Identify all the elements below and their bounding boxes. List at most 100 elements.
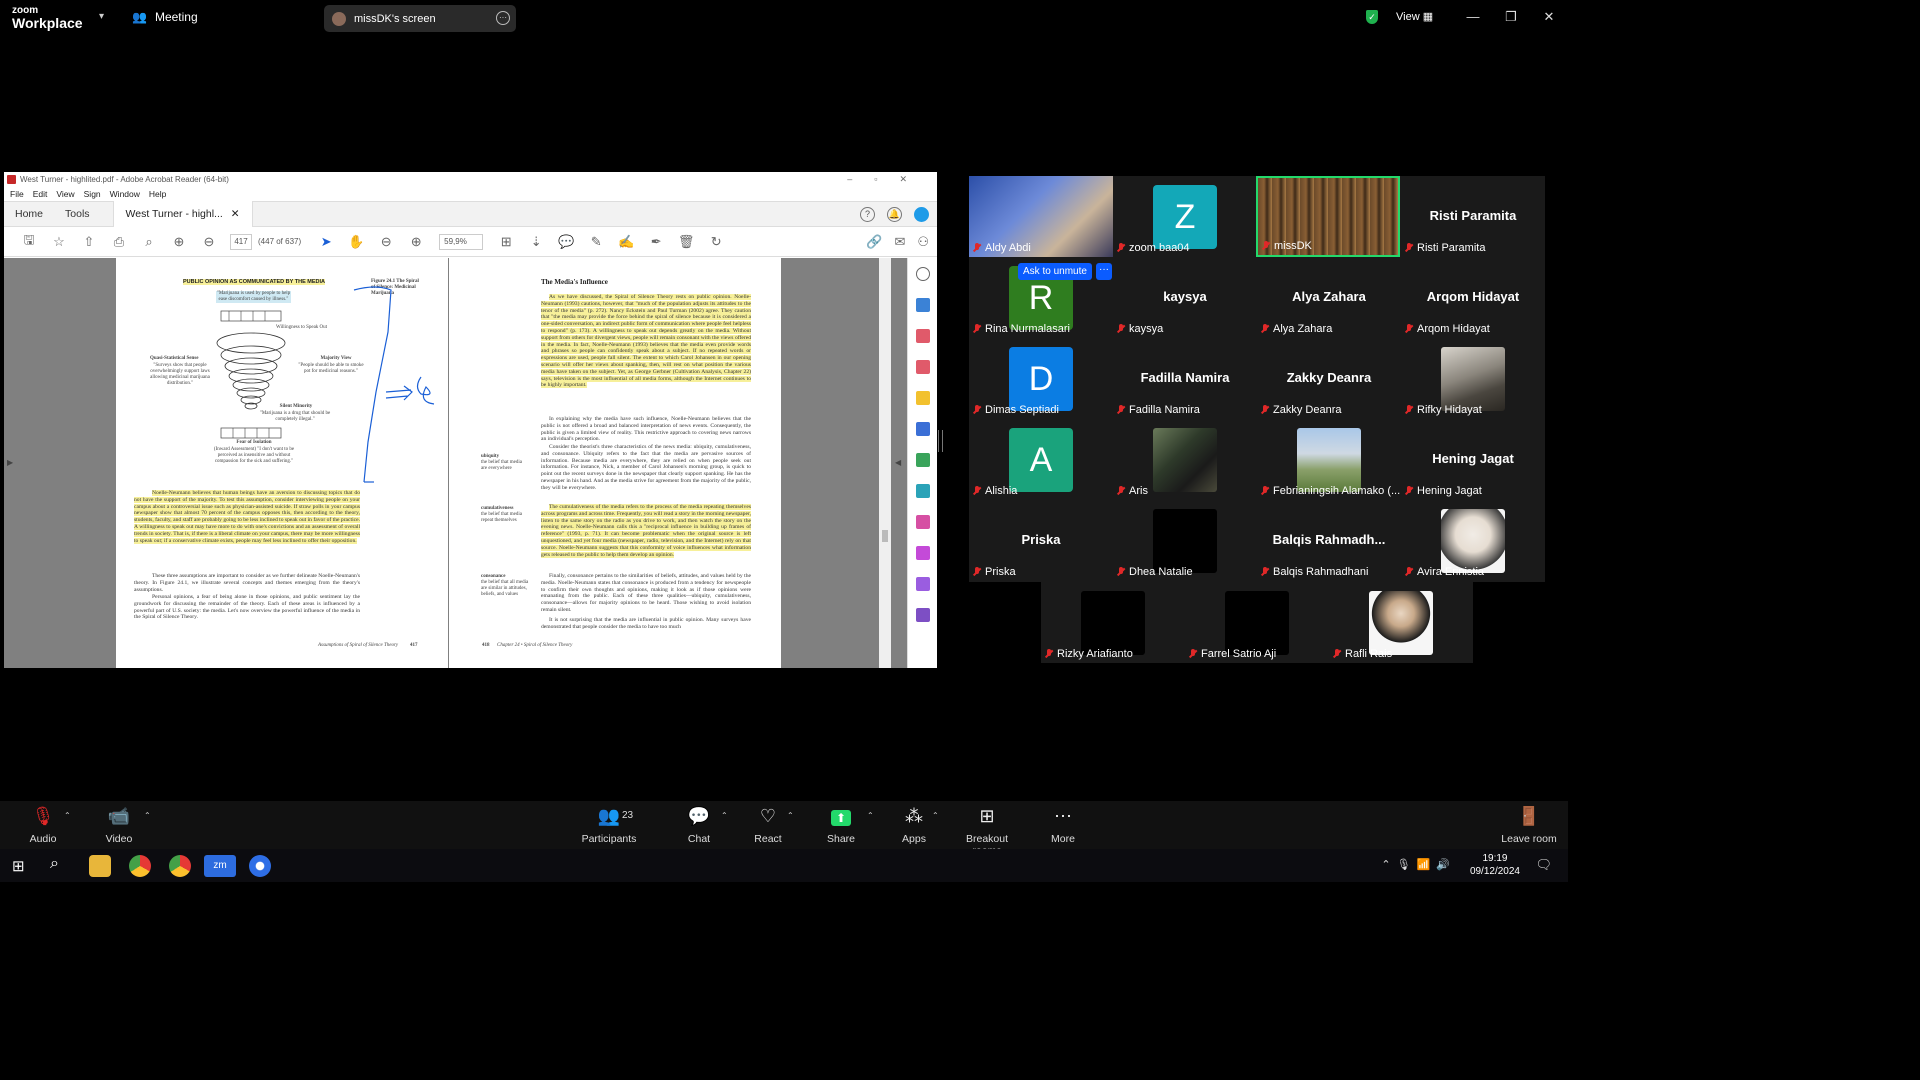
comment-icon[interactable]: 💬 xyxy=(551,234,581,250)
participant-tile[interactable]: Rifky Hidayat xyxy=(1401,338,1545,419)
tile-more-options-button[interactable]: ··· xyxy=(1096,263,1112,280)
scan-icon[interactable] xyxy=(915,484,930,498)
save-icon[interactable]: 🖫 xyxy=(14,231,44,253)
zoom-logo[interactable]: zoom Workplace xyxy=(12,5,83,30)
file-explorer-icon[interactable] xyxy=(89,855,111,877)
zoom-out-icon[interactable]: ⊖ xyxy=(371,234,401,250)
participant-tile[interactable]: Risti Paramita Risti Paramita xyxy=(1401,176,1545,257)
meeting-info-button[interactable]: 👥 Meeting xyxy=(132,10,198,24)
close-tab-icon[interactable]: ✕ xyxy=(231,201,240,227)
scrollbar-thumb[interactable] xyxy=(882,530,888,542)
page-up-icon[interactable]: ⊕ xyxy=(164,234,194,250)
search-icon[interactable]: ⌕ xyxy=(50,855,59,873)
video-button[interactable]: 📹 Video xyxy=(100,801,138,849)
apps-button[interactable]: ⁂ Apps xyxy=(895,801,933,849)
menu-sign[interactable]: Sign xyxy=(84,187,101,201)
tab-home[interactable]: Home xyxy=(4,208,54,220)
highlight-icon[interactable]: ✎ xyxy=(581,234,611,250)
ask-to-unmute-button[interactable]: Ask to unmute xyxy=(1018,263,1092,280)
menu-help[interactable]: Help xyxy=(149,187,166,201)
apps-options-chevron-icon[interactable]: ⌃ xyxy=(932,811,939,820)
zoom-level-select[interactable]: 59,9% xyxy=(439,233,484,250)
taskbar-clock[interactable]: 19:19 09/12/2024 xyxy=(1470,852,1520,878)
more-button[interactable]: ⋯ More xyxy=(1044,801,1082,849)
participant-tile[interactable]: Febrianingsih Alamako (... xyxy=(1257,419,1401,500)
notifications-icon[interactable]: 🗨 xyxy=(1535,857,1552,873)
search-icon[interactable]: ⌕ xyxy=(134,234,164,250)
menu-view[interactable]: View xyxy=(56,187,74,201)
draw-icon[interactable]: ✍ xyxy=(611,234,641,250)
zoom-in-icon[interactable]: ⊕ xyxy=(401,234,431,250)
chat-button[interactable]: 💬 Chat xyxy=(680,801,718,849)
participant-tile[interactable]: Fadilla Namira Fadilla Namira xyxy=(1113,338,1257,419)
hand-icon[interactable]: ✋ xyxy=(341,234,371,250)
share-user-icon[interactable]: ⚇ xyxy=(917,234,929,250)
comment-tool-icon[interactable] xyxy=(915,391,930,405)
menu-edit[interactable]: Edit xyxy=(33,187,48,201)
share-button[interactable]: ⬆ Share xyxy=(822,801,860,849)
help-icon[interactable]: ? xyxy=(860,207,875,222)
account-icon[interactable] xyxy=(914,207,929,222)
leave-room-button[interactable]: 🚪 Leave room xyxy=(1500,801,1558,849)
document-view[interactable]: ▶ PUBLIC OPINION AS COMMUNICATED BY THE … xyxy=(4,258,937,668)
participant-tile[interactable]: D Dimas Septiadi xyxy=(969,338,1113,419)
participant-tile[interactable]: kaysya kaysya xyxy=(1113,257,1257,338)
shared-screen-pill[interactable]: missDK's screen ··· xyxy=(324,5,516,32)
zoom-app-icon[interactable]: zm xyxy=(204,855,236,877)
chrome-icon[interactable] xyxy=(129,855,151,877)
chevron-down-icon[interactable]: ▾ xyxy=(99,11,104,22)
view-button[interactable]: View ▦ xyxy=(1396,10,1433,23)
participant-tile[interactable]: Dhea Natalie xyxy=(1113,500,1257,581)
upload-icon[interactable]: ⇧ xyxy=(74,234,104,250)
windows-start-icon[interactable]: ⊞ xyxy=(12,857,25,875)
collapse-left-icon[interactable]: ▶ xyxy=(7,458,13,467)
fit-page-icon[interactable]: ⊞ xyxy=(491,234,521,250)
audio-options-chevron-icon[interactable]: ⌃ xyxy=(64,811,71,820)
participant-tile[interactable]: Aris xyxy=(1113,419,1257,500)
react-button[interactable]: ♡ React xyxy=(749,801,787,849)
participant-tile[interactable]: Alya Zahara Alya Zahara xyxy=(1257,257,1401,338)
rotate-icon[interactable]: ↻ xyxy=(701,234,731,250)
participant-tile[interactable]: A Alishia xyxy=(969,419,1113,500)
participant-tile-active-speaker[interactable]: missDK xyxy=(1256,176,1400,257)
participant-tile[interactable]: Avira Erinistia xyxy=(1401,500,1545,581)
collapse-right-icon[interactable]: ◀ xyxy=(895,458,901,467)
scroll-mode-icon[interactable]: ⇣ xyxy=(521,234,551,250)
participant-tile[interactable]: Balqis Rahmadh... Balqis Rahmadhani xyxy=(1257,500,1401,581)
video-options-chevron-icon[interactable]: ⌃ xyxy=(144,811,151,820)
select-cursor-icon[interactable]: ➤ xyxy=(311,234,341,250)
close-button[interactable]: ✕ xyxy=(1530,0,1568,36)
share-options-chevron-icon[interactable]: ⌃ xyxy=(867,811,874,820)
fill-sign-icon[interactable] xyxy=(915,515,930,529)
more-tools-icon[interactable] xyxy=(915,608,930,622)
organize-pages-icon[interactable] xyxy=(915,453,930,467)
audio-button[interactable]: 🎙 Audio xyxy=(24,801,62,849)
zoom-search-icon[interactable] xyxy=(915,267,930,281)
breakout-rooms-button[interactable]: ⊞ Breakout rooms xyxy=(950,801,1024,857)
maximize-button[interactable]: ❐ xyxy=(1492,0,1530,36)
tab-tools[interactable]: Tools xyxy=(54,208,101,220)
link-icon[interactable]: 🔗 xyxy=(866,234,882,250)
vertical-scrollbar[interactable] xyxy=(879,258,891,668)
system-tray-icons[interactable]: ⌃🎙📶🔊 xyxy=(1381,858,1456,871)
email-icon[interactable]: ✉ xyxy=(894,234,905,250)
protect-icon[interactable] xyxy=(915,577,930,591)
participant-tile[interactable]: Rizky Ariafianto xyxy=(1041,582,1185,663)
sign-icon[interactable]: ✒ xyxy=(641,234,671,250)
minimize-button[interactable]: — xyxy=(1454,0,1492,36)
more-options-icon[interactable]: ··· xyxy=(496,11,510,25)
security-shield-icon[interactable]: ✓ xyxy=(1366,10,1378,24)
menu-window[interactable]: Window xyxy=(110,187,140,201)
tab-document[interactable]: West Turner - highl... ✕ xyxy=(112,201,253,227)
participant-tile[interactable]: Arqom Hidayat Arqom Hidayat xyxy=(1401,257,1545,338)
participant-tile[interactable]: Rafli Rais xyxy=(1329,582,1473,663)
request-signature-icon[interactable] xyxy=(915,546,930,560)
acrobat-window-controls[interactable]: –▫✕ xyxy=(847,172,929,187)
bell-icon[interactable]: 🔔 xyxy=(887,207,902,222)
chat-options-chevron-icon[interactable]: ⌃ xyxy=(721,811,728,820)
participant-tile[interactable]: Zakky Deanra Zakky Deanra xyxy=(1257,338,1401,419)
participant-tile[interactable]: Aldy Abdi xyxy=(969,176,1113,257)
edit-pdf-icon[interactable] xyxy=(915,360,930,374)
participant-tile[interactable]: Z zoom baa04 xyxy=(1113,176,1257,257)
participant-tile[interactable]: Hening Jagat Hening Jagat xyxy=(1401,419,1545,500)
